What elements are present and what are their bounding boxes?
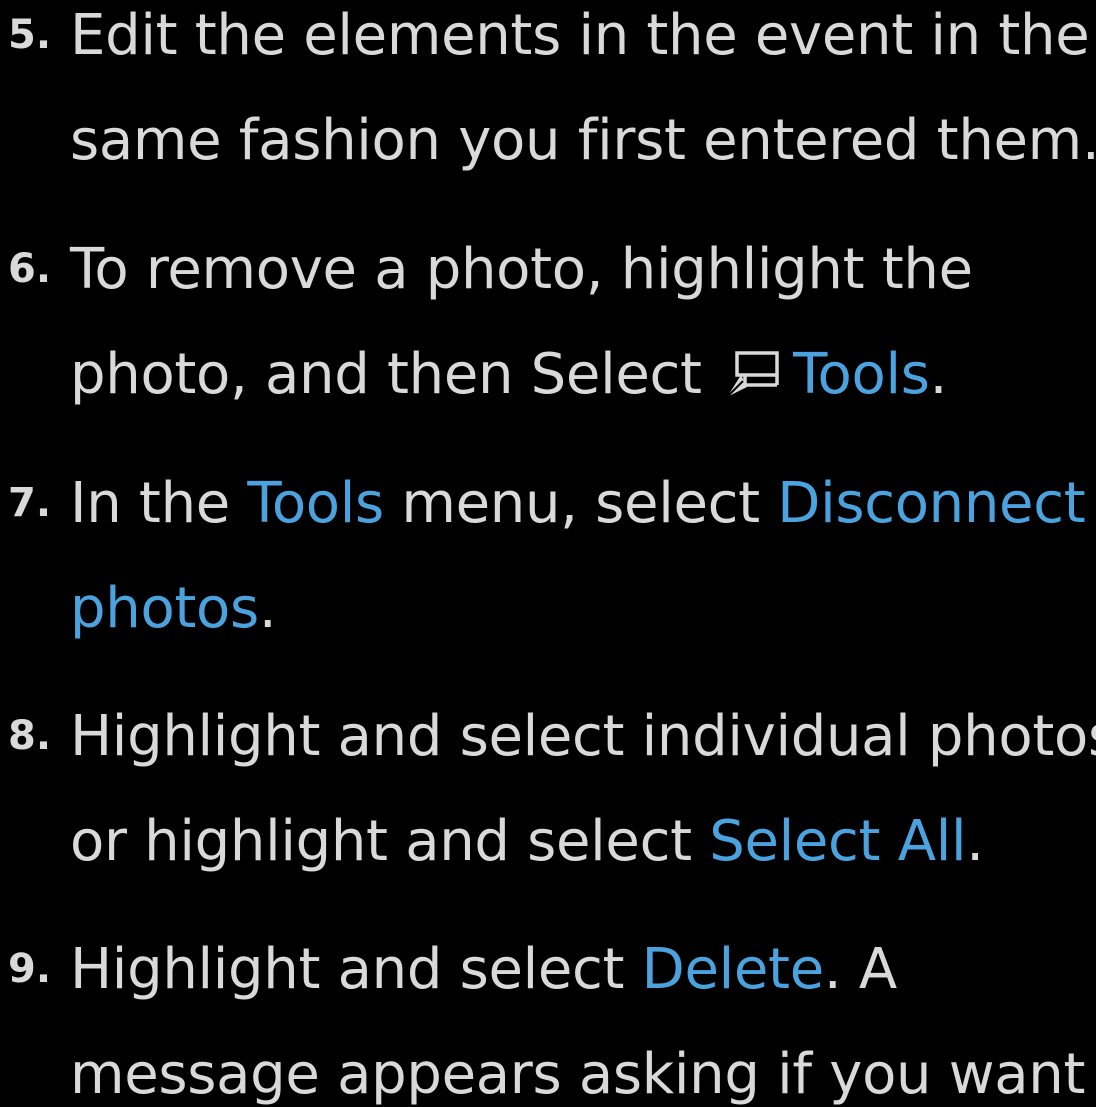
- step-6-line-1: To remove a photo, highlight the: [70, 237, 973, 302]
- step-9-line-2: message appears asking if you want: [70, 1042, 1086, 1107]
- step-8-line-2: or highlight and select Select All.: [70, 814, 984, 870]
- step-9-text-b: . A: [823, 937, 897, 1002]
- step-number: 8.: [8, 713, 52, 759]
- step-9-line-1: Highlight and select Delete. A: [70, 942, 897, 998]
- step-9-text-a: Highlight and select: [70, 937, 642, 1002]
- period: .: [258, 576, 277, 641]
- period: .: [966, 809, 984, 874]
- step-8-text: or highlight and select: [70, 809, 710, 874]
- select-all-keyword: Select All: [709, 809, 967, 874]
- step-6-text: photo, and then Select: [70, 342, 720, 407]
- delete-keyword: Delete: [641, 937, 825, 1002]
- tools-keyword: Tools: [247, 471, 384, 536]
- tools-keyword: Tools: [793, 342, 930, 407]
- tools-remote-icon: [723, 349, 783, 399]
- step-number: 6.: [8, 246, 52, 292]
- step-number: 5.: [8, 12, 52, 58]
- step-7-text-b: menu, select: [383, 471, 778, 536]
- step-7-line-1: In the Tools menu, select Disconnect: [70, 476, 1086, 532]
- step-8-line-1: Highlight and select individual photos: [70, 704, 1096, 769]
- step-7-line-2: photos.: [70, 581, 277, 637]
- step-5-line-1: Edit the elements in the event in the: [70, 3, 1090, 68]
- step-7-text-a: In the: [70, 471, 248, 536]
- photos-keyword: photos: [70, 576, 259, 641]
- disconnect-keyword: Disconnect: [777, 471, 1086, 536]
- step-5-line-2: same fashion you first entered them.: [70, 108, 1096, 173]
- period: .: [929, 342, 948, 407]
- step-6-line-2: photo, and then Select Tools.: [70, 347, 947, 403]
- step-number: 7.: [8, 480, 52, 526]
- step-number: 9.: [8, 946, 52, 992]
